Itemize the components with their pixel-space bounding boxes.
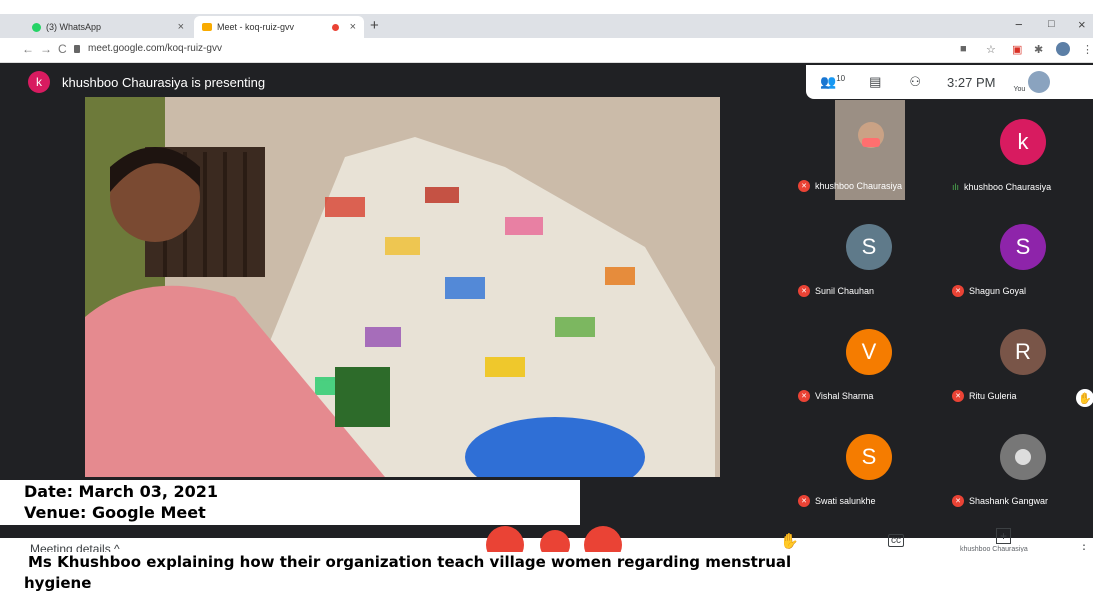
self-label: You <box>1013 85 1026 93</box>
meet-icon <box>202 23 212 31</box>
participant-count: 10 <box>836 73 846 83</box>
clock-time: 3:27 PM <box>947 74 996 90</box>
bookmark-star-icon[interactable]: ☆ <box>986 43 996 56</box>
raise-hand-button[interactable]: ✋ <box>780 532 799 550</box>
caption-description-box: Ms Khushboo explaining how their organiz… <box>0 552 1093 598</box>
participant-name: Shagun Goyal <box>969 286 1027 296</box>
whatsapp-icon <box>32 22 41 32</box>
recording-dot-icon <box>331 23 339 31</box>
camera-icon[interactable]: ■ <box>960 43 967 55</box>
presented-screen-image <box>85 97 720 477</box>
mic-muted-icon: ✕ <box>798 285 810 297</box>
participant-name: Vishal Sharma <box>815 391 874 401</box>
mic-muted-icon: ✕ <box>798 495 810 507</box>
participant-tile[interactable]: V ✕ Vishal Sharma <box>793 310 945 410</box>
participant-tile[interactable]: ✕ Shashank Gangwar <box>947 415 1093 515</box>
participant-name: Swati salunkhe <box>815 496 876 506</box>
close-tab-icon[interactable]: × <box>178 21 184 33</box>
participant-tile[interactable]: R ✕ Ritu Guleria <box>947 310 1093 410</box>
present-button[interactable]: + <box>996 528 1012 544</box>
close-tab-icon[interactable]: × <box>350 21 356 33</box>
participant-tile[interactable]: S ✕ Shagun Goyal <box>947 205 1093 305</box>
mic-muted-icon: ✕ <box>952 495 964 507</box>
activities-icon[interactable]: ⚇ <box>909 74 921 90</box>
participant-name: Sunil Chauhan <box>815 286 875 296</box>
tab-label: (3) WhatsApp <box>46 22 102 32</box>
presented-photo-drawing <box>85 97 720 477</box>
participant-tile[interactable]: k ılı khushboo Chaurasiya <box>947 100 1093 200</box>
reload-icon[interactable]: C <box>58 42 67 56</box>
chat-icon[interactable]: ▤ <box>869 74 881 90</box>
participant-tile[interactable]: S ✕ Swati salunkhe <box>793 415 945 515</box>
participant-avatar: S <box>846 434 892 480</box>
participant-avatar-photo <box>1000 434 1046 480</box>
tab-whatsapp[interactable]: (3) WhatsApp × <box>24 16 192 38</box>
caption-date: Date: March 03, 2021 <box>24 482 219 501</box>
presenting-text: khushboo Chaurasiya is presenting <box>62 74 266 90</box>
new-tab-button[interactable]: + <box>370 17 379 34</box>
back-icon[interactable]: ← <box>22 42 34 56</box>
caption-date-venue-box: Date: March 03, 2021 Venue: Google Meet <box>0 480 580 525</box>
tab-label: Meet - koq-ruiz-gvv <box>217 22 295 32</box>
profile-avatar[interactable] <box>1056 42 1070 56</box>
participant-name: Ritu Guleria <box>969 391 1017 401</box>
presenter-avatar: k <box>28 71 50 93</box>
participant-avatar: S <box>846 224 892 270</box>
address-bar: ← → C meet.google.com/koq-ruiz-gvv ■ ☆ ▣… <box>0 38 1093 63</box>
participant-name: khushboo Chaurasiya <box>815 181 903 191</box>
caption-venue: Venue: Google Meet <box>24 503 206 522</box>
caption-description-line1: Ms Khushboo explaining how their organiz… <box>28 553 792 571</box>
mask-shape <box>862 138 880 147</box>
mic-muted-icon: ✕ <box>798 180 810 192</box>
mic-muted-icon: ✕ <box>798 390 810 402</box>
meeting-top-controls: 👥 10 ▤ ⚇ 3:27 PM You <box>806 65 1093 99</box>
participant-avatar: S <box>1000 224 1046 270</box>
extension-icon[interactable]: ▣ <box>1012 43 1022 56</box>
avatar-face-shape <box>1015 449 1031 465</box>
minimize-button[interactable]: − <box>1015 17 1023 32</box>
forward-icon[interactable]: → <box>40 42 52 56</box>
maximize-button[interactable]: □ <box>1048 18 1055 30</box>
close-window-button[interactable]: × <box>1078 17 1086 32</box>
participant-avatar: R <box>1000 329 1046 375</box>
speaking-indicator-icon: ılı <box>952 182 960 192</box>
tab-meet[interactable]: Meet - koq-ruiz-gvv × <box>194 16 364 38</box>
participant-name: Shashank Gangwar <box>969 496 1049 506</box>
url-input[interactable]: meet.google.com/koq-ruiz-gvv <box>88 43 222 54</box>
mic-muted-icon: ✕ <box>952 390 964 402</box>
puzzle-extension-icon[interactable]: ✱ <box>1034 43 1043 56</box>
lock-icon <box>74 45 80 53</box>
participant-avatar: k <box>1000 119 1046 165</box>
menu-kebab-icon[interactable]: ⋮ <box>1082 43 1093 56</box>
captions-button[interactable]: cc <box>888 534 904 547</box>
participant-avatar: V <box>846 329 892 375</box>
presenting-bar: k khushboo Chaurasiya is presenting <box>0 63 800 101</box>
participant-tile[interactable]: ✕ khushboo Chaurasiya <box>793 100 945 200</box>
self-avatar[interactable] <box>1028 71 1051 93</box>
raise-hand-icon[interactable]: ✋ <box>1076 389 1093 407</box>
participant-tile[interactable]: S ✕ Sunil Chauhan <box>793 205 945 305</box>
caption-description-line2: hygiene <box>24 574 92 592</box>
browser-tab-bar: (3) WhatsApp × Meet - koq-ruiz-gvv × + −… <box>0 14 1093 38</box>
mic-muted-icon: ✕ <box>952 285 964 297</box>
people-icon[interactable]: 👥 <box>820 74 836 90</box>
participant-name: khushboo Chaurasiya <box>964 182 1052 192</box>
